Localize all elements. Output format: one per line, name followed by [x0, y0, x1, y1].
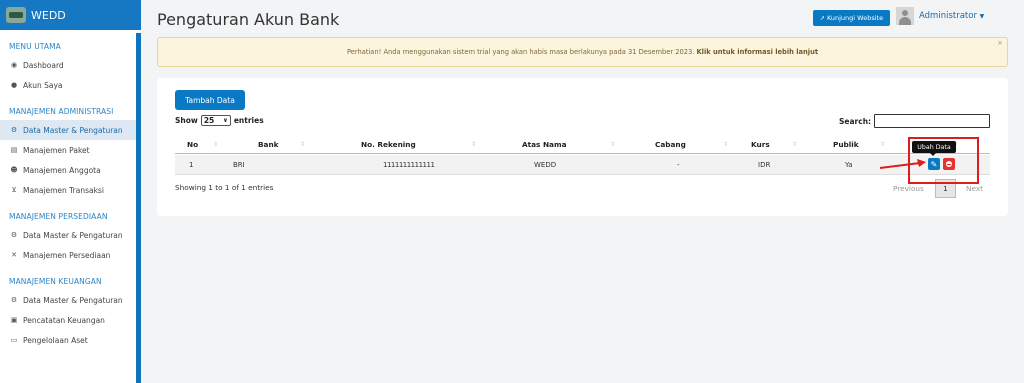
sidebar-item-manajemen-persediaan[interactable]: ✕ Manajemen Persediaan	[0, 245, 141, 265]
add-data-button[interactable]: Tambah Data	[175, 90, 245, 110]
table-row: 1 BRI 1111111111111 WEDD - IDR Ya	[175, 155, 990, 175]
user-menu[interactable]: Administrator ▼	[919, 11, 984, 21]
user-name: Administrator	[919, 11, 977, 21]
sort-icon: ⇕	[471, 140, 477, 148]
search-input[interactable]	[874, 114, 990, 128]
sidebar-item-manajemen-paket[interactable]: ▤ Manajemen Paket	[0, 140, 141, 160]
sort-icon: ⇕	[723, 140, 729, 148]
cart-icon: ⊻	[11, 186, 17, 194]
column-header-bank[interactable]: Bank	[258, 134, 279, 154]
sort-icon: ⇕	[213, 140, 219, 148]
cogs-icon: ⚙	[10, 231, 18, 239]
chevron-down-icon: ∨	[222, 117, 228, 124]
sidebar: WEDD MENU UTAMA ◉ Dashboard ● Akun Saya …	[0, 0, 141, 383]
column-label: No. Rekening	[361, 139, 416, 149]
users-icon: ☻	[10, 166, 18, 174]
column-label: Kurs	[751, 139, 770, 149]
column-header-cabang[interactable]: Cabang	[655, 134, 686, 154]
column-label: No	[187, 139, 199, 149]
cell-kurs: IDR	[758, 161, 771, 169]
alert-text: Perhatian! Anda menggunakan sistem trial…	[346, 48, 695, 56]
column-header-no[interactable]: No	[187, 134, 198, 154]
cell-no: 1	[189, 161, 194, 169]
column-label: Cabang	[655, 139, 686, 149]
sidebar-scrollbar[interactable]	[136, 33, 141, 383]
cell-publik: Ya	[845, 161, 853, 169]
avatar[interactable]	[896, 7, 914, 25]
external-link-icon: ↗	[819, 14, 825, 22]
nav-section-administrasi: MANAJEMEN ADMINISTRASI	[9, 107, 114, 116]
visit-website-label: Kunjungi Website	[826, 14, 884, 22]
sidebar-item-label: Data Master & Pengaturan	[23, 230, 123, 240]
sidebar-item-dashboard[interactable]: ◉ Dashboard	[0, 55, 141, 75]
caret-down-icon: ▼	[979, 13, 985, 20]
cogs-icon: ⚙	[10, 296, 18, 304]
pagination-next[interactable]: Next	[966, 184, 983, 193]
sidebar-item-manajemen-anggota[interactable]: ☻ Manajemen Anggota	[0, 160, 141, 180]
column-header-publik[interactable]: Publik	[833, 134, 859, 154]
visit-website-button[interactable]: ↗ Kunjungi Website	[813, 10, 890, 26]
sidebar-item-label: Manajemen Persediaan	[23, 250, 111, 260]
sidebar-item-label: Manajemen Paket	[23, 145, 90, 155]
user-icon: ●	[10, 81, 18, 89]
sidebar-item-manajemen-transaksi[interactable]: ⊻ Manajemen Transaksi	[0, 180, 141, 200]
sidebar-item-label: Manajemen Transaksi	[23, 185, 104, 195]
cell-bank: BRI	[233, 161, 245, 169]
column-label: Atas Nama	[522, 139, 567, 149]
sidebar-item-persediaan-data-master[interactable]: ⚙ Data Master & Pengaturan	[0, 225, 141, 245]
sidebar-item-label: Manajemen Anggota	[23, 165, 101, 175]
trial-alert: Perhatian! Anda menggunakan sistem trial…	[157, 37, 1008, 67]
sidebar-item-admin-data-master[interactable]: ⚙ Data Master & Pengaturan	[0, 120, 136, 140]
laptop-icon: ▭	[10, 336, 18, 344]
show-entries: Show 25 ∨ entries	[175, 115, 264, 126]
sidebar-item-label: Data Master & Pengaturan	[23, 125, 123, 135]
sidebar-item-label: Akun Saya	[23, 80, 63, 90]
sidebar-item-label: Data Master & Pengaturan	[23, 295, 123, 305]
cell-no-rekening: 1111111111111	[383, 161, 435, 169]
entries-label: entries	[233, 116, 264, 125]
dashboard-icon: ◉	[10, 61, 18, 69]
column-header-atas-nama[interactable]: Atas Nama	[522, 134, 567, 154]
table-header: No ⇕ Bank ⇕ No. Rekening ⇕ Atas Nama ⇕ C…	[175, 134, 990, 154]
sidebar-item-pencatatan-keuangan[interactable]: ▣ Pencatatan Keuangan	[0, 310, 141, 330]
nav-section-keuangan: MANAJEMEN KEUANGAN	[9, 277, 102, 286]
sidebar-item-keuangan-data-master[interactable]: ⚙ Data Master & Pengaturan	[0, 290, 141, 310]
sidebar-item-label: Pengelolaan Aset	[23, 335, 88, 345]
column-label: Publik	[833, 139, 859, 149]
annotation-arrow	[879, 159, 926, 169]
entries-select[interactable]: 25 ∨	[200, 115, 231, 126]
alert-close-icon[interactable]: ×	[997, 39, 1003, 47]
column-header-no-rekening[interactable]: No. Rekening	[361, 134, 416, 154]
sidebar-item-label: Pencatatan Keuangan	[23, 315, 105, 325]
sort-icon: ⇕	[300, 140, 306, 148]
tools-icon: ✕	[11, 251, 17, 259]
nav-section-menu-utama: MENU UTAMA	[9, 42, 61, 51]
cogs-icon: ⚙	[10, 126, 18, 134]
brand[interactable]: WEDD	[0, 0, 141, 30]
sidebar-item-pengelolaan-aset[interactable]: ▭ Pengelolaan Aset	[0, 330, 141, 350]
bank-accounts-card: Tambah Data Show 25 ∨ entries Search: No…	[157, 78, 1008, 216]
cell-cabang: -	[677, 161, 680, 169]
nav-section-persediaan: MANAJEMEN PERSEDIAAN	[9, 212, 108, 221]
column-header-kurs[interactable]: Kurs	[751, 134, 770, 154]
book-icon: ▤	[10, 146, 18, 154]
sort-icon: ⇕	[610, 140, 616, 148]
show-label: Show	[175, 116, 198, 125]
search-label: Search:	[839, 117, 872, 126]
alert-link[interactable]: Klik untuk informasi lebih lanjut	[696, 48, 818, 56]
brand-name: WEDD	[31, 8, 66, 22]
column-label: Bank	[258, 139, 279, 149]
entries-select-value: 25	[203, 116, 215, 125]
cell-atas-nama: WEDD	[534, 161, 557, 169]
sort-icon: ⇕	[792, 140, 798, 148]
table-info: Showing 1 to 1 of 1 entries	[175, 183, 274, 192]
sort-icon: ⇕	[880, 140, 886, 148]
sidebar-item-label: Dashboard	[23, 60, 64, 70]
page-title: Pengaturan Akun Bank	[157, 10, 340, 29]
brand-logo	[6, 7, 26, 23]
pagination-previous[interactable]: Previous	[893, 184, 924, 193]
sidebar-item-akun-saya[interactable]: ● Akun Saya	[0, 75, 141, 95]
money-icon: ▣	[10, 316, 18, 324]
